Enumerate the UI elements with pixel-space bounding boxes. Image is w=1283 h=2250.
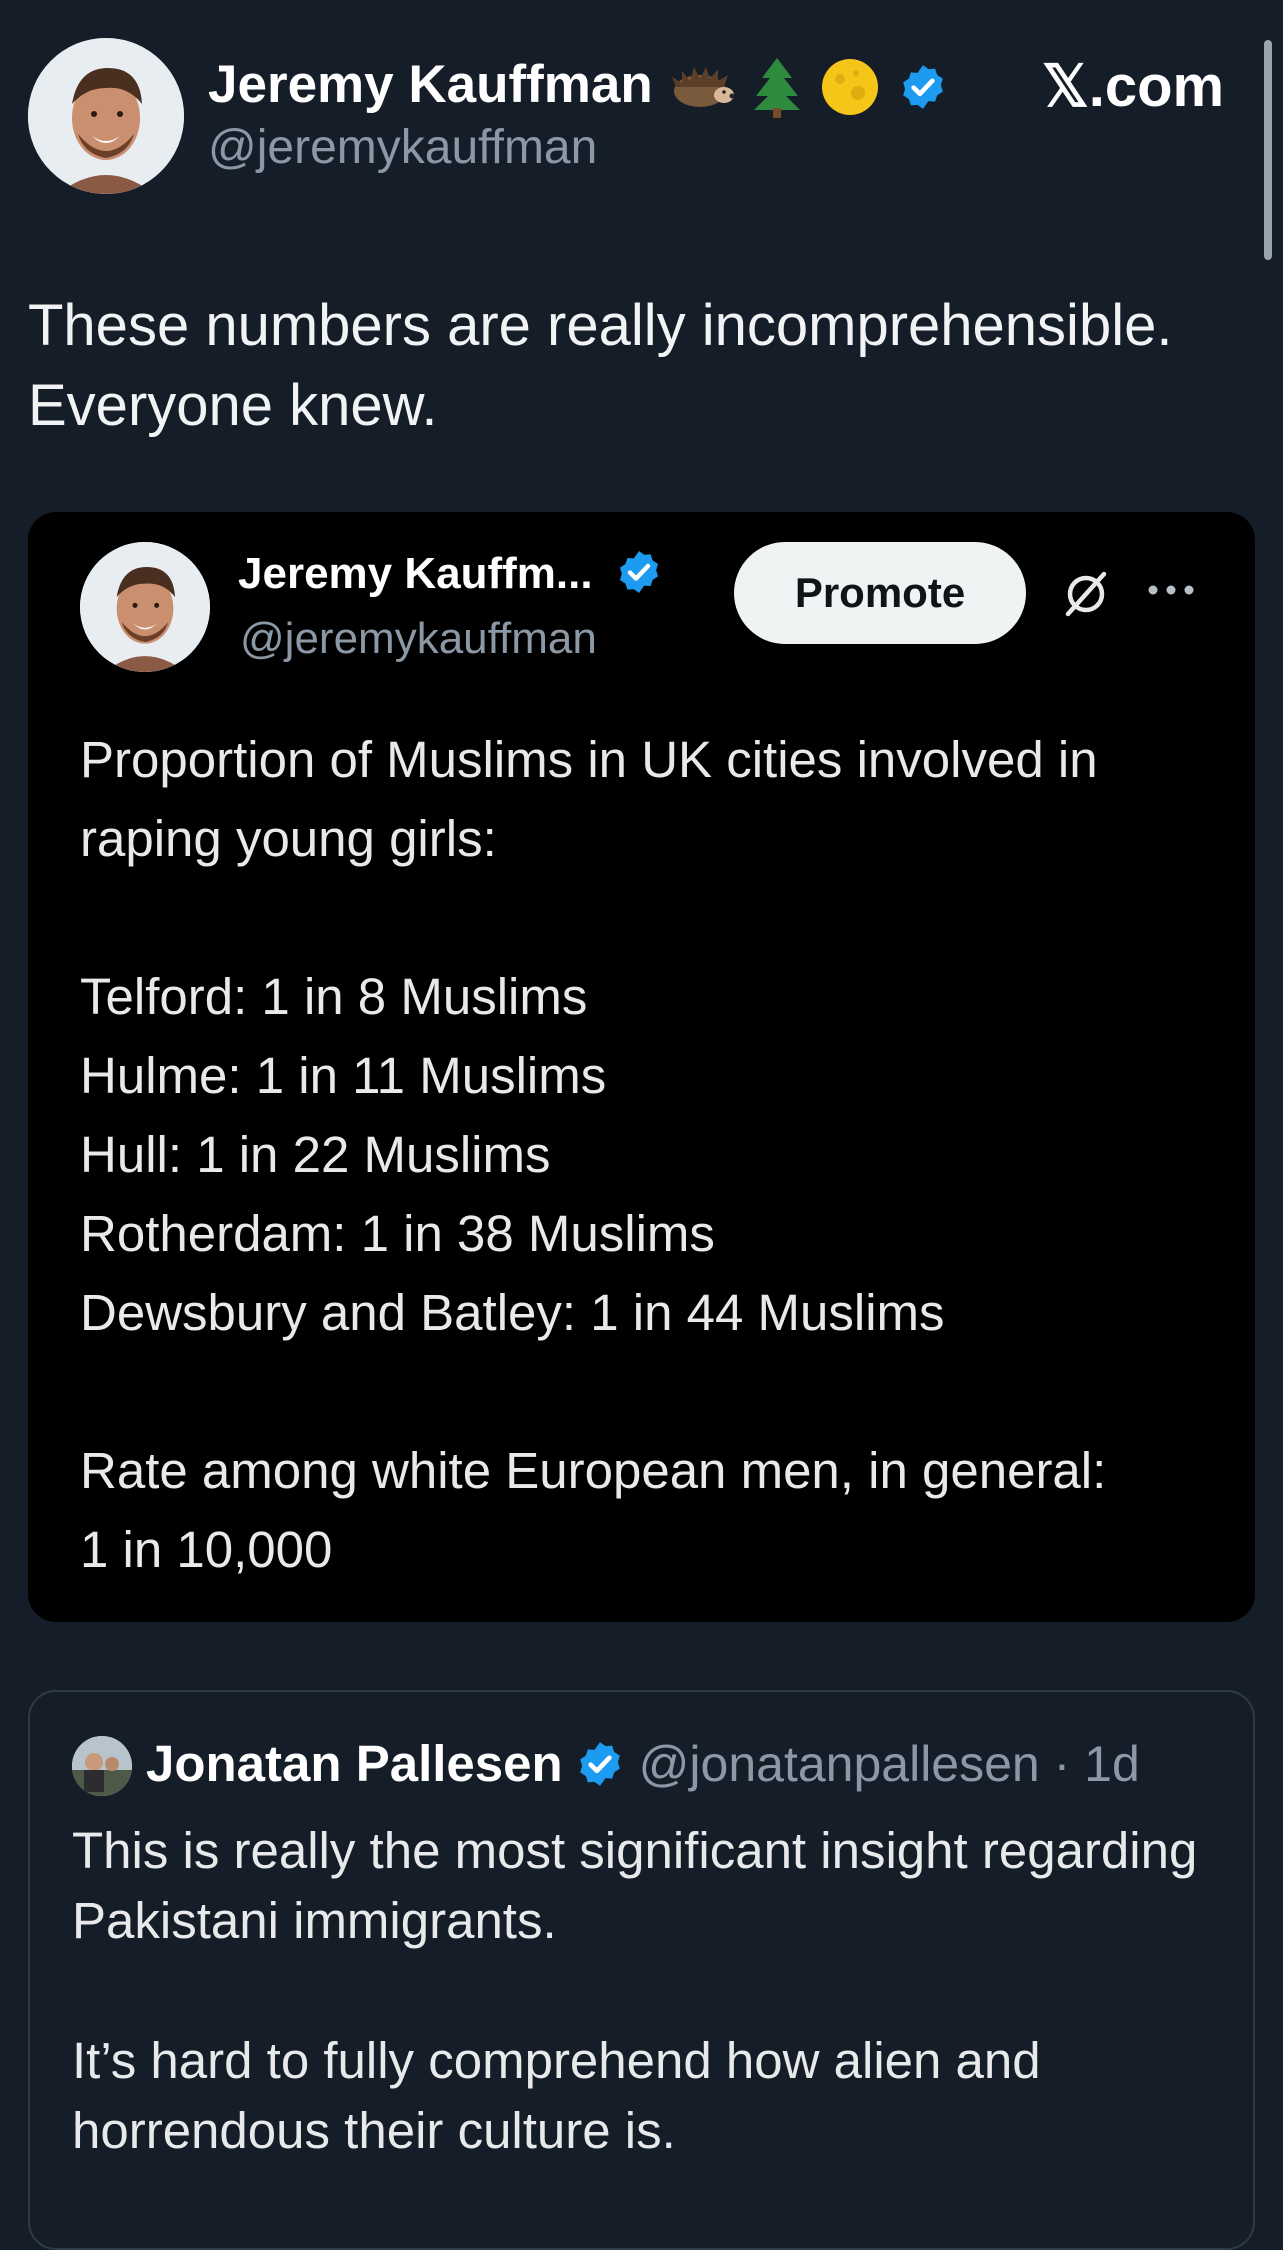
name-emoji-row [670,56,948,123]
quoted-author-name[interactable]: Jeremy Kauffm... [238,548,663,607]
hedgehog-icon [670,65,735,114]
site-label: 𝕏.com [1042,54,1225,119]
quoted-author-handle[interactable]: @jeremykauffman [240,614,597,664]
verified-badge-icon [615,548,663,607]
scrollbar[interactable] [1264,40,1272,260]
promote-button[interactable]: Promote [734,542,1026,644]
tree-icon [752,56,802,123]
verified-badge-icon [898,62,948,117]
nested-author-handle-time[interactable]: @jonatanpallesen · 1d [639,1735,1140,1793]
post-text: These numbers are really incomprehensibl… [28,293,1173,438]
more-options-icon[interactable] [1146,580,1196,605]
verified-badge-icon [575,1739,625,1789]
author-avatar[interactable] [28,38,184,194]
nested-quote-text: This is really the most significant insi… [72,1822,1198,2159]
quoted-author-avatar[interactable] [80,542,210,672]
author-handle[interactable]: @jeremykauffman [208,120,597,175]
nested-author-avatar[interactable] [72,1736,132,1796]
quoted-author-name-text: Jeremy Kauffm... [238,549,593,598]
moon-icon [820,57,880,122]
quoted-post-text: Proportion of Muslims in UK cities invol… [80,731,1107,1578]
nested-author-header: Jonatan Pallesen @jonatanpallesen · 1d [146,1734,1140,1793]
grok-icon[interactable] [1058,566,1114,627]
author-name[interactable]: Jeremy Kauffman [208,54,653,115]
nested-author-name[interactable]: Jonatan Pallesen [146,1734,563,1793]
